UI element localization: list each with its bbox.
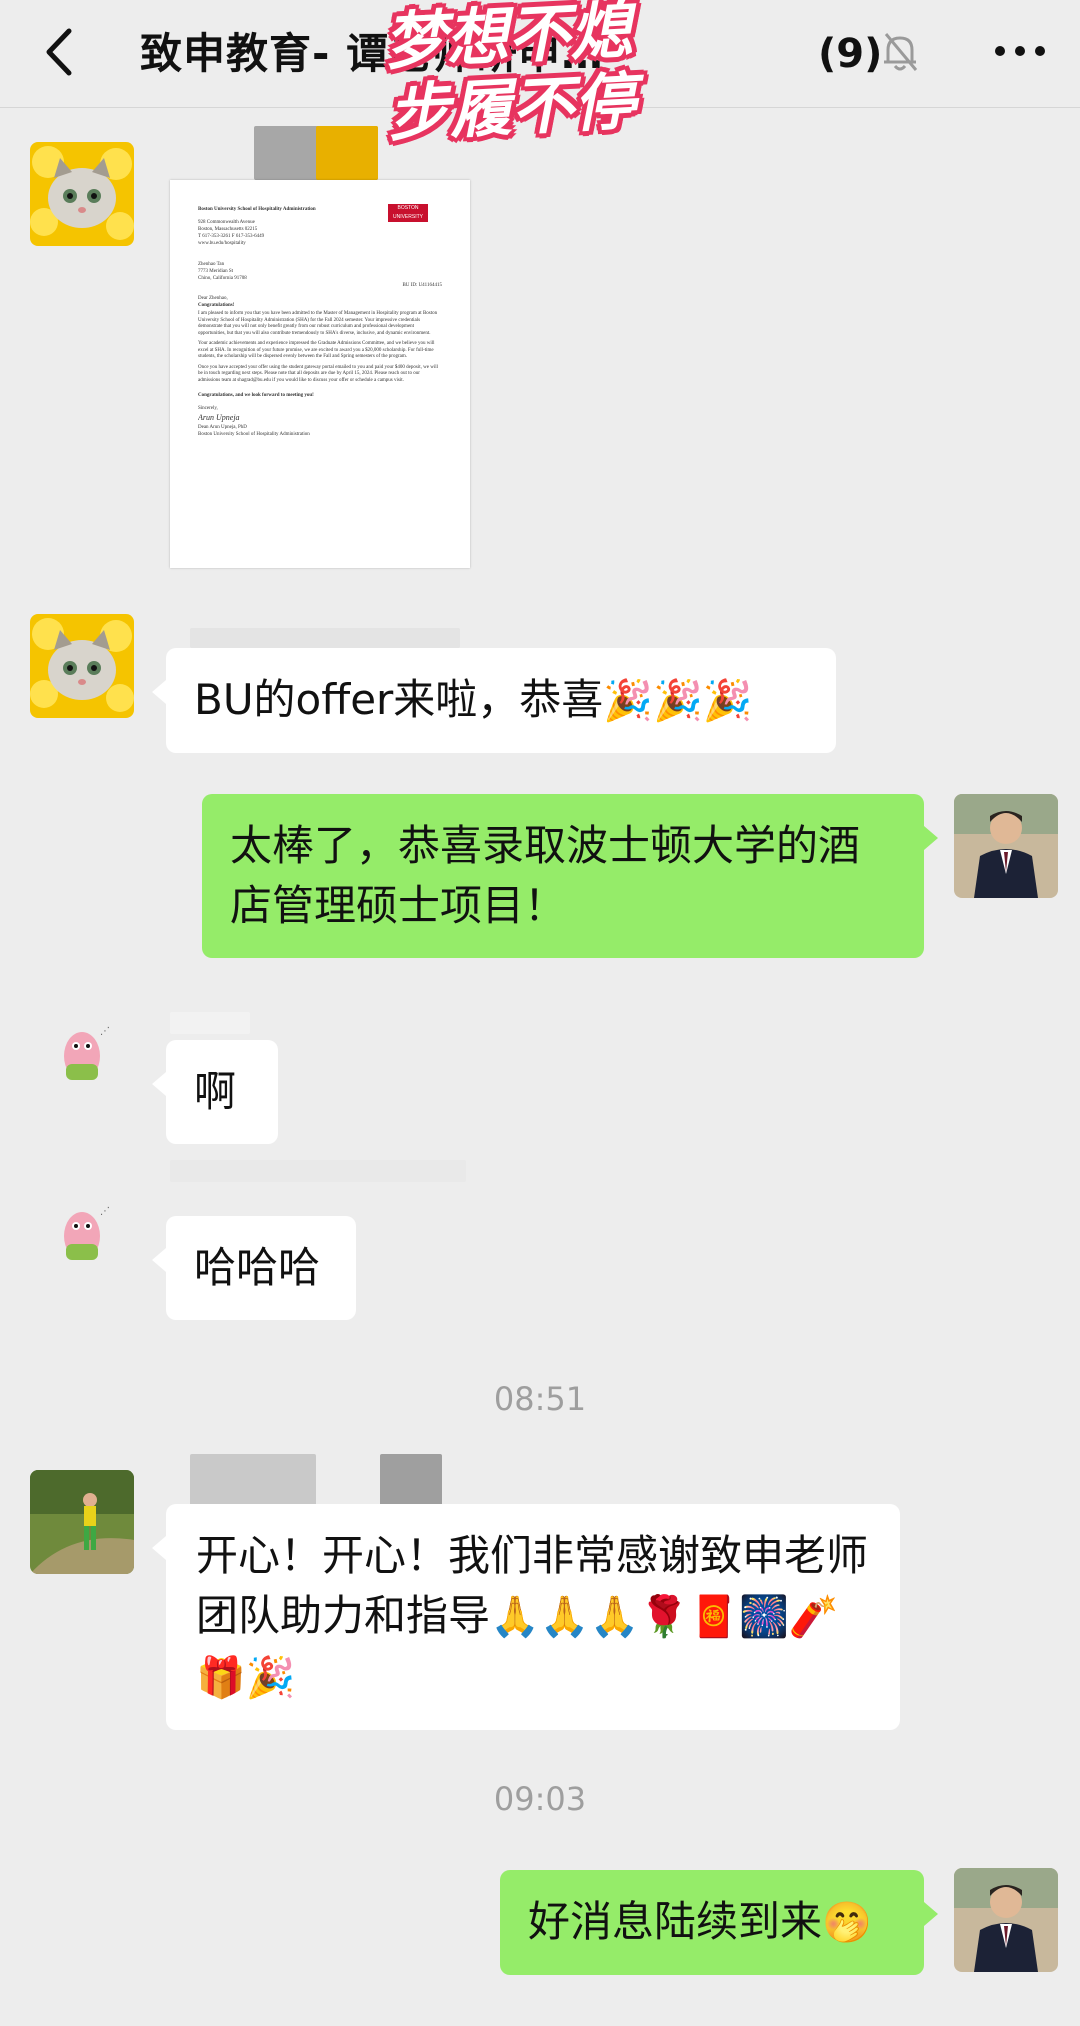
- more-button[interactable]: [990, 36, 1050, 66]
- recipient-line: Chino, California 91708: [198, 276, 247, 281]
- avatar-patrick[interactable]: ⋰: [30, 1186, 134, 1290]
- letter-paragraph-2: Your academic achievements and experienc…: [198, 341, 435, 359]
- letter-paragraph-3: Once you have accepted your offer using …: [198, 364, 438, 383]
- greeting: Dear Zhenhao,: [198, 296, 228, 301]
- letter-paragraph-1: I am pleased to inform you that you have…: [198, 311, 438, 336]
- slogan-sticker: 梦想不熄 步履不停: [382, 0, 640, 156]
- svg-text:⋰: ⋰: [100, 1206, 110, 1217]
- timestamp: 08:51: [493, 1380, 587, 1418]
- timestamp: 09:03: [493, 1780, 587, 1818]
- avatar-self[interactable]: [954, 1868, 1058, 1972]
- message-text: 啊: [194, 1067, 237, 1116]
- signer-name: Dean Arun Upneja, PhD: [198, 425, 247, 430]
- nickname-blur: [170, 1160, 466, 1182]
- message-bubble[interactable]: BU的offer来啦，恭喜🎉🎉🎉: [152, 648, 836, 753]
- nickname-blur: [190, 628, 460, 648]
- letter-sincerely: Sincerely,: [198, 406, 218, 411]
- letter-address-line: Boston, Massachusetts 02215: [198, 227, 258, 232]
- message-text: 好消息陆续到来: [528, 1897, 823, 1946]
- message-bubble[interactable]: 好消息陆续到来🤭: [500, 1870, 938, 1975]
- signer-org: Boston University School of Hospitality …: [198, 432, 310, 437]
- message-bubble[interactable]: 啊: [152, 1040, 278, 1144]
- avatar-cat[interactable]: [30, 142, 134, 246]
- nickname-blur: [190, 1454, 316, 1508]
- message-text: BU的offer来啦，恭喜: [194, 675, 604, 724]
- letter-closing: Congratulations, and we look forward to …: [198, 393, 314, 398]
- message-bubble[interactable]: 开心！开心！我们非常感谢致申老师团队助力和指导🙏🙏🙏🌹🧧🎆🧨🎁🎉: [152, 1504, 900, 1730]
- letter-address-line: T 617-353-3261 F 617-353-6449: [198, 234, 265, 239]
- congratulations-heading: Congratulations!: [198, 303, 235, 308]
- avatar-cat[interactable]: [30, 614, 134, 718]
- back-button[interactable]: [28, 22, 88, 82]
- recipient-line: 7773 Meridian St: [198, 269, 233, 274]
- more-dots-icon: [995, 46, 1045, 56]
- bu-id: BU ID: U41164415: [402, 283, 442, 288]
- avatar-garden[interactable]: [30, 1470, 134, 1574]
- message-text: 太棒了，恭喜录取波士顿大学的酒店管理硕士项目！: [230, 821, 861, 930]
- party-popper-emoji: 🎉🎉🎉: [603, 678, 753, 724]
- avatar-patrick[interactable]: ⋰: [30, 1006, 134, 1110]
- nickname-blur: [380, 1454, 442, 1508]
- nickname-blur: [170, 1012, 250, 1034]
- message-bubble[interactable]: 太棒了，恭喜录取波士顿大学的酒店管理硕士项目！: [202, 794, 938, 958]
- giggle-emoji: 🤭: [822, 1900, 872, 1946]
- nickname-blur: [316, 126, 378, 180]
- bu-logo: BOSTON UNIVERSITY: [388, 204, 428, 222]
- letter-address-line: www.bu.edu/hospitality: [198, 241, 246, 246]
- message-bubble[interactable]: 哈哈哈: [152, 1216, 356, 1320]
- chevron-left-icon: [46, 28, 72, 76]
- sticker-line-2: 步履不停: [385, 64, 638, 151]
- avatar-self[interactable]: [954, 794, 1058, 898]
- message-text: 哈哈哈: [194, 1243, 321, 1292]
- member-count: (9): [818, 31, 883, 77]
- recipient-line: Zhenhao Tan: [198, 262, 225, 267]
- signature: Arun Upneja: [198, 413, 240, 422]
- svg-text:⋰: ⋰: [100, 1026, 110, 1037]
- admission-letter-image[interactable]: Boston University School of Hospitality …: [170, 180, 470, 568]
- bell-off-icon: [880, 30, 920, 74]
